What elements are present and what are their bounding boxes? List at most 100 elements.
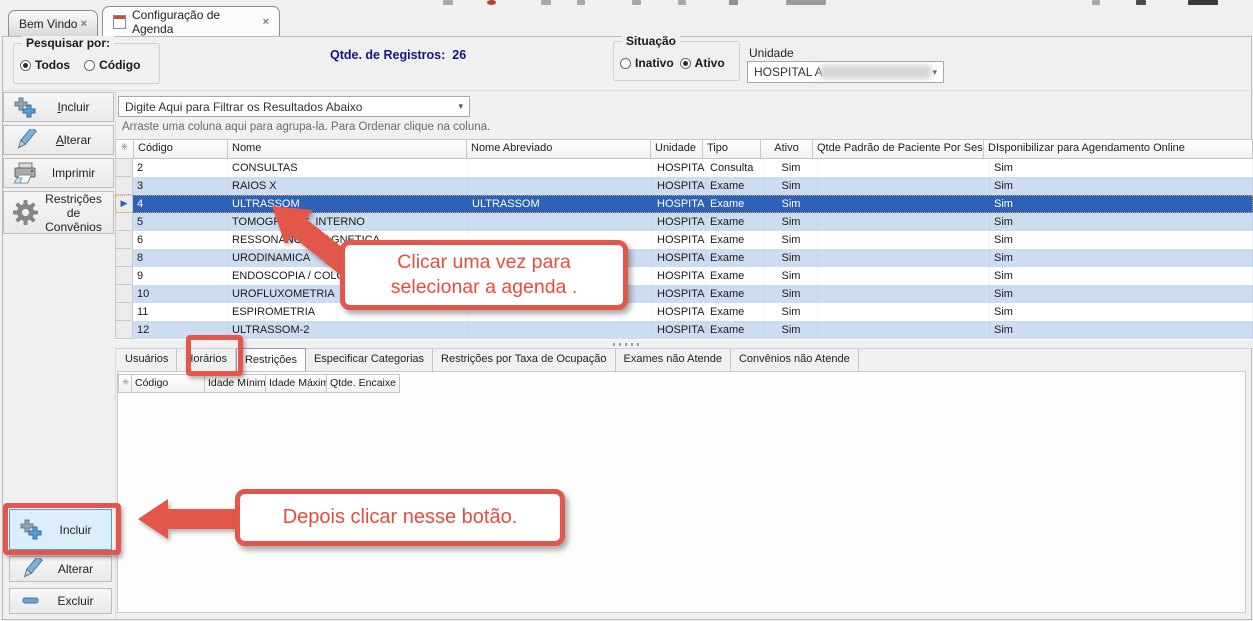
tab-especificar-categorias[interactable]: Especificar Categorias: [306, 349, 433, 371]
button-excluir[interactable]: Excluir: [9, 588, 112, 614]
cell-nome: CONSULTAS: [228, 159, 468, 177]
filter-input[interactable]: Digite Aqui para Filtrar os Resultados A…: [118, 96, 470, 117]
cell-codigo: 2: [133, 159, 228, 177]
filter-placeholder: Digite Aqui para Filtrar os Resultados A…: [125, 100, 362, 114]
cell-unidade: HOSPITAL: [653, 285, 706, 303]
column-header-nome[interactable]: Nome: [227, 139, 467, 159]
annotation-box-incluir: [3, 503, 121, 555]
column-header-qtde-padrao[interactable]: Qtde Padrão de Paciente Por Sessão: [812, 139, 984, 159]
button-label: Imprimir: [40, 166, 107, 180]
column-header-qtde-encaixe[interactable]: Qtde. Encaixe: [326, 374, 400, 393]
column-header-unidade[interactable]: Unidade: [650, 139, 703, 159]
grid-row-9[interactable]: 9ENDOSCOPIA / COLONOSCHOSPITALExameSimSi…: [115, 267, 1253, 285]
column-header-idade-maxima[interactable]: Idade Máxima: [265, 374, 327, 393]
grid-rows: 2CONSULTASHOSPITALConsultaSimSim3RAIOS X…: [115, 159, 1253, 339]
cell-qtde: [818, 285, 990, 303]
cell-unidade: HOSPITAL: [653, 159, 706, 177]
column-header-tipo[interactable]: Tipo: [702, 139, 761, 159]
column-header-nome-abreviado[interactable]: Nome Abreviado: [466, 139, 651, 159]
row-indicator: [115, 321, 133, 339]
grid-row-10[interactable]: 10UROFLUXOMETRIAHOSPITALExameSimSim: [115, 285, 1253, 303]
radio-dot: [620, 58, 631, 69]
cell-unidade: HOSPITAL: [653, 231, 706, 249]
cell-ativo: Sim: [765, 159, 818, 177]
chevron-down-icon: ▾: [932, 67, 937, 78]
cell-ativo: Sim: [765, 195, 818, 213]
tab-bem-vindo[interactable]: Bem Vindo ×: [8, 10, 98, 36]
cell-codigo: 6: [133, 231, 228, 249]
clipped-toolbar-icon: [541, 0, 551, 5]
pencil-icon: [10, 129, 40, 151]
groupbox-title: Situação: [622, 34, 680, 48]
cell-tipo: Exame: [706, 249, 765, 267]
grid-row-12[interactable]: 12ULTRASSOM-2HOSPITALExameSimSim: [115, 321, 1253, 339]
close-icon[interactable]: ×: [81, 18, 87, 30]
grid-row-4[interactable]: ▶4ULTRASSOMULTRASSOMHOSPITALExameSimSim: [115, 195, 1253, 213]
button-label: Alterar: [40, 133, 107, 147]
button-label: Restrições de Convênios: [40, 192, 107, 234]
grid-row-5[interactable]: 5TOMOGR. PAC. INTERNOHOSPITALExameSimSim: [115, 213, 1253, 231]
radio-inativo[interactable]: Inativo: [620, 56, 674, 70]
grid-row-8[interactable]: 8URODINAMICAHOSPITALExameSimSim: [115, 249, 1253, 267]
close-icon[interactable]: ×: [263, 16, 269, 28]
clipped-toolbar-icon: [1136, 0, 1146, 5]
button-imprimir[interactable]: Imprimir: [3, 158, 114, 188]
subgrid-header: ✳ Código Idade Mínima Idade Máxima Qtde.…: [118, 374, 400, 393]
redacted-blur: [820, 65, 932, 79]
cell-qtde: [818, 321, 990, 339]
radio-codigo[interactable]: Código: [84, 58, 140, 72]
tab-convênios-não-atende[interactable]: Convênios não Atende: [731, 349, 859, 371]
grid-row-6[interactable]: 6RESSONANCIA MAGNETICAHOSPITALExameSimSi…: [115, 231, 1253, 249]
cell-ativo: Sim: [765, 249, 818, 267]
cell-abrev: [468, 321, 653, 339]
radio-todos[interactable]: Todos: [20, 58, 70, 72]
clipped-toolbar-icon: [487, 0, 496, 5]
grid-row-3[interactable]: 3RAIOS XHOSPITALExameSimSim: [115, 177, 1253, 195]
cell-online: Sim: [990, 177, 1253, 195]
column-header-codigo[interactable]: Código: [133, 139, 228, 159]
pencil-icon: [16, 558, 46, 580]
radio-dot: [20, 60, 31, 71]
radio-label: Inativo: [635, 56, 674, 70]
group-by-hint: Arraste uma coluna aqui para agrupa-la. …: [122, 121, 490, 133]
column-header-idade-minima[interactable]: Idade Mínima: [204, 374, 266, 393]
cell-ativo: Sim: [765, 321, 818, 339]
radio-label: Todos: [35, 58, 70, 72]
tab-usuários[interactable]: Usuários: [117, 349, 177, 371]
tab-restrições-por-taxa-de-ocupação[interactable]: Restrições por Taxa de Ocupação: [433, 349, 616, 371]
button-alterar[interactable]: Alterar: [9, 556, 112, 582]
cell-ativo: Sim: [765, 285, 818, 303]
search-by-groupbox: Pesquisar por: Todos Código: [13, 43, 160, 84]
cell-abrev: [468, 177, 653, 195]
cell-unidade: HOSPITAL: [653, 321, 706, 339]
tab-label: Bem Vindo: [19, 17, 77, 31]
cell-unidade: HOSPITAL: [653, 267, 706, 285]
button-restrições-de-convênios[interactable]: Restrições de Convênios: [3, 191, 114, 234]
row-indicator: [115, 267, 133, 285]
cell-tipo: Exame: [706, 177, 765, 195]
gear-icon: [10, 199, 40, 226]
splitter-grip-icon: [613, 343, 641, 346]
cell-unidade: HOSPITAL: [653, 303, 706, 321]
clipped-toolbar-icon: [1092, 0, 1100, 5]
radio-ativo[interactable]: Ativo: [680, 56, 725, 70]
grid-row-2[interactable]: 2CONSULTASHOSPITALConsultaSimSim: [115, 159, 1253, 177]
row-indicator: [115, 303, 133, 321]
cell-tipo: Exame: [706, 213, 765, 231]
column-header-agendamento-online[interactable]: DIsponibilizar para Agendamento Online: [983, 139, 1253, 159]
button-incluir[interactable]: Incluir: [3, 92, 114, 122]
cell-tipo: Exame: [706, 195, 765, 213]
radio-dot: [680, 58, 691, 69]
grid-row-11[interactable]: 11ESPIROMETRIAHOSPITALExameSimSim: [115, 303, 1253, 321]
tab-configuracao-de-agenda[interactable]: Configuração de Agenda ×: [102, 6, 280, 36]
column-header-ativo[interactable]: Ativo: [760, 139, 813, 159]
column-header-codigo[interactable]: Código: [131, 374, 205, 393]
row-indicator: [115, 177, 133, 195]
button-label: Incluir: [40, 100, 107, 114]
cell-online: Sim: [990, 285, 1253, 303]
tab-exames-não-atende[interactable]: Exames não Atende: [616, 349, 731, 371]
button-alterar[interactable]: Alterar: [3, 125, 114, 155]
cell-ativo: Sim: [765, 231, 818, 249]
status-groupbox: Situação Inativo Ativo: [613, 41, 740, 81]
tab-restrições[interactable]: Restrições: [236, 348, 306, 371]
